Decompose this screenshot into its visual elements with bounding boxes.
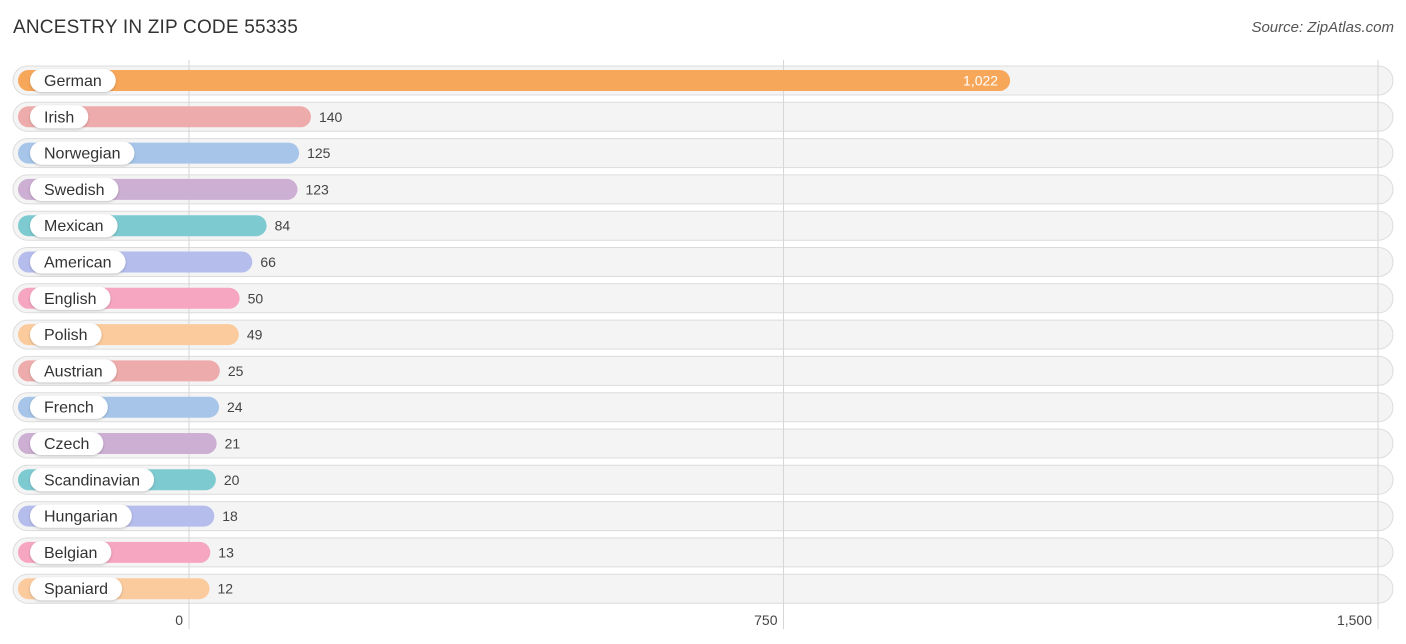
bar-row: German 1,022 xyxy=(18,69,1011,92)
value-label: 50 xyxy=(248,290,264,306)
bar-row: Austrian 25 xyxy=(18,359,244,383)
bar-row: Czech 21 xyxy=(18,432,240,455)
row-track xyxy=(12,501,1394,532)
category-label: Norwegian xyxy=(44,146,120,163)
value-label: 125 xyxy=(307,145,331,161)
row-track xyxy=(12,464,1394,495)
value-label: 24 xyxy=(227,399,243,415)
value-label: 66 xyxy=(260,254,276,270)
tick-label: 750 xyxy=(754,612,778,628)
value-label: 21 xyxy=(225,436,241,452)
bar-row: Scandinavian 20 xyxy=(18,468,240,492)
bar xyxy=(18,70,1011,91)
value-label: 140 xyxy=(319,109,343,125)
bar-row: Hungarian 18 xyxy=(18,504,238,528)
category-label: Hungarian xyxy=(44,509,118,526)
category-label: Irish xyxy=(44,109,74,126)
bar-row: English 50 xyxy=(18,286,264,310)
category-label: Spaniard xyxy=(44,581,108,598)
value-label: 13 xyxy=(218,544,234,560)
tick-label: 1,500 xyxy=(1337,612,1372,628)
bar-row: Spaniard 12 xyxy=(18,577,234,601)
bar-row: Belgian 13 xyxy=(18,540,234,564)
bar-row: Polish 49 xyxy=(18,323,263,347)
bar-row: Norwegian 125 xyxy=(18,141,331,165)
value-label: 20 xyxy=(224,472,240,488)
bar-row: Irish 140 xyxy=(18,105,343,129)
category-label: Mexican xyxy=(44,218,104,235)
value-label: 12 xyxy=(218,581,234,597)
bar-row: French 24 xyxy=(18,395,243,419)
row-track xyxy=(12,355,1394,386)
tick-label: 0 xyxy=(175,612,183,628)
axis-ticks: 0 750 1,500 xyxy=(175,612,1372,628)
category-label: Scandinavian xyxy=(44,472,140,489)
bar-row: Mexican 84 xyxy=(18,214,291,238)
value-label: 49 xyxy=(247,327,263,343)
bar-row: American 66 xyxy=(18,250,276,274)
row-track xyxy=(12,392,1394,423)
category-label: American xyxy=(44,255,112,272)
bar-row: Swedish 123 xyxy=(18,177,329,201)
category-label: Czech xyxy=(44,436,89,453)
value-label: 123 xyxy=(305,181,329,197)
category-label: French xyxy=(44,400,94,417)
category-label: English xyxy=(44,291,96,308)
value-label: 84 xyxy=(275,218,291,234)
category-label: Austrian xyxy=(44,363,103,380)
row-track xyxy=(12,428,1394,459)
value-label: 1,022 xyxy=(963,73,998,89)
bar-chart: German 1,022 Irish 140 Norwegian 125 Swedish 12… xyxy=(12,60,1394,630)
category-label: Belgian xyxy=(44,545,97,562)
value-label: 18 xyxy=(222,508,238,524)
category-label: Polish xyxy=(44,327,88,344)
value-label: 25 xyxy=(228,363,244,379)
category-label: Swedish xyxy=(44,182,104,199)
category-label: German xyxy=(44,73,102,90)
